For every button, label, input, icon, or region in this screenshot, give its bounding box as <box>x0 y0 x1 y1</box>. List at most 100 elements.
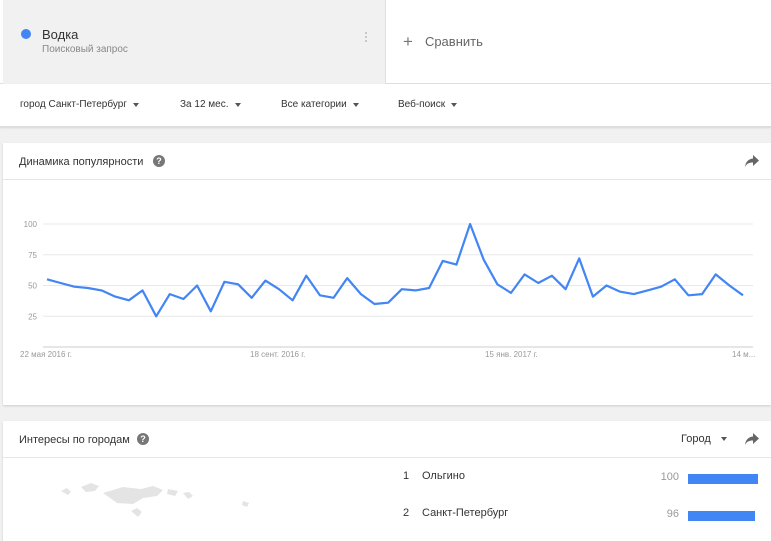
data-point <box>374 303 376 305</box>
data-point <box>142 289 144 291</box>
region-rank: 2 <box>403 507 410 519</box>
search-terms-bar: Водка Поисковый запрос + Сравнить <box>0 0 771 84</box>
card-header: Динамика популярности ? <box>3 143 771 180</box>
term-subtitle: Поисковый запрос <box>42 44 128 55</box>
filter-location-label: город Санкт-Петербург <box>20 99 127 110</box>
data-point <box>182 298 184 300</box>
filter-location[interactable]: город Санкт-Петербург <box>20 99 139 110</box>
dropdown-caret-icon <box>451 102 458 107</box>
data-point <box>169 293 171 295</box>
x-tick-label: 22 мая 2016 г. <box>20 350 72 359</box>
resolution-dropdown[interactable]: Город <box>681 433 727 445</box>
data-point <box>496 283 498 285</box>
region-bar <box>688 474 758 484</box>
interest-over-time-card: Динамика популярности ? 100 75 50 25 22 мая … <box>3 143 771 405</box>
filter-bar: город Санкт-Петербург За 12 мес. Все кат… <box>0 84 771 127</box>
data-point <box>414 289 416 291</box>
region-row[interactable]: 1 Ольгино 100 <box>403 470 763 486</box>
interest-line-chart: 100 75 50 25 22 мая 2016 г. 18 сент. 2016 г. 1… <box>20 220 755 359</box>
data-point <box>742 294 744 296</box>
filter-category-label: Все категории <box>281 99 347 110</box>
data-point <box>469 223 471 225</box>
region-value: 100 <box>660 471 679 483</box>
data-point <box>674 278 676 280</box>
card-title: Интересы по городам <box>19 434 130 446</box>
data-point <box>606 285 608 287</box>
dropdown-caret-icon <box>234 102 241 107</box>
question-circle-icon[interactable]: ? <box>153 155 165 167</box>
data-point <box>551 275 553 277</box>
data-point <box>319 294 321 296</box>
data-point <box>155 315 157 317</box>
filter-category[interactable]: Все категории <box>281 99 359 110</box>
y-tick-label: 25 <box>28 312 37 321</box>
compare-button[interactable]: + Сравнить <box>403 33 483 50</box>
data-point <box>578 257 580 259</box>
plus-icon: + <box>403 32 413 51</box>
data-point <box>237 283 239 285</box>
data-point <box>305 275 307 277</box>
search-term-card[interactable]: Водка Поисковый запрос <box>3 0 386 84</box>
data-point <box>619 291 621 293</box>
region-bar-track <box>688 511 758 521</box>
card-header: Интересы по городам ? Город <box>3 421 771 458</box>
region-name: Санкт-Петербург <box>422 507 509 519</box>
region-bar-track <box>688 474 758 484</box>
data-point <box>278 288 280 290</box>
data-point <box>210 310 212 312</box>
data-point <box>401 288 403 290</box>
region-row[interactable]: 2 Санкт-Петербург 96 <box>403 507 763 523</box>
x-tick-label: 18 сент. 2016 г. <box>250 350 305 359</box>
region-bar <box>688 511 756 521</box>
data-point <box>46 278 48 280</box>
resolution-label: Город <box>681 433 711 445</box>
data-point <box>565 288 567 290</box>
region-map <box>61 483 249 517</box>
data-point <box>333 297 335 299</box>
data-point <box>442 260 444 262</box>
filter-time-range[interactable]: За 12 мес. <box>180 99 241 110</box>
x-tick-label: 15 янв. 2017 г. <box>485 350 538 359</box>
dropdown-caret-icon <box>132 102 139 107</box>
data-point <box>101 289 103 291</box>
filter-time-label: За 12 мес. <box>180 99 229 110</box>
data-point <box>251 297 253 299</box>
interest-by-region-card: Интересы по городам ? Город 1 Ольгино 10… <box>3 421 771 541</box>
data-point <box>223 281 225 283</box>
data-point <box>128 299 130 301</box>
dropdown-caret-icon <box>720 437 727 441</box>
region-rank: 1 <box>403 470 410 482</box>
data-point <box>715 273 717 275</box>
data-point <box>592 296 594 298</box>
data-point <box>687 294 689 296</box>
data-point <box>524 273 526 275</box>
series-line <box>46 222 744 318</box>
data-point <box>537 282 539 284</box>
y-tick-label: 100 <box>24 220 38 229</box>
region-name: Ольгино <box>422 470 465 482</box>
filter-search-type[interactable]: Веб-поиск <box>398 99 458 110</box>
compare-label: Сравнить <box>424 34 483 49</box>
term-name[interactable]: Водка <box>42 27 78 42</box>
data-point <box>60 282 62 284</box>
region-value: 96 <box>666 508 679 520</box>
data-point <box>360 293 362 295</box>
data-point <box>73 286 75 288</box>
share-arrow-icon[interactable] <box>745 433 759 445</box>
data-point <box>660 286 662 288</box>
data-point <box>87 287 89 289</box>
share-arrow-icon[interactable] <box>745 155 759 167</box>
data-point <box>728 285 730 287</box>
data-point <box>701 293 703 295</box>
data-point <box>455 264 457 266</box>
y-tick-label: 50 <box>28 282 37 291</box>
dropdown-caret-icon <box>352 102 359 107</box>
more-vert-icon[interactable] <box>363 32 369 46</box>
data-point <box>428 287 430 289</box>
data-point <box>346 277 348 279</box>
data-point <box>646 289 648 291</box>
question-circle-icon[interactable]: ? <box>137 433 149 445</box>
data-point <box>264 280 266 282</box>
card-title: Динамика популярности <box>19 156 144 168</box>
y-tick-label: 75 <box>28 251 37 260</box>
